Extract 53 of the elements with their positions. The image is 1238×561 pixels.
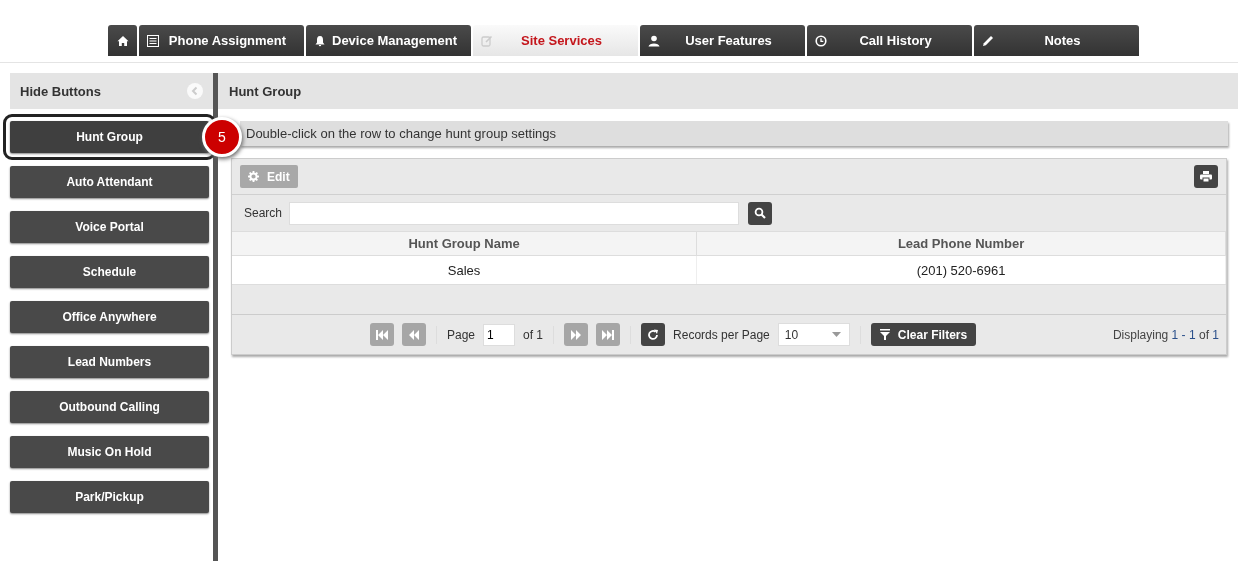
refresh-icon	[647, 328, 660, 341]
home-icon	[116, 34, 129, 47]
table-cell: Sales	[232, 255, 697, 285]
sidebar-button[interactable]: Office Anywhere	[10, 301, 209, 333]
sidebar-button[interactable]: Park/Pickup	[10, 481, 209, 513]
nav-tab[interactable]: Call History	[807, 25, 972, 56]
printer-icon	[1200, 171, 1212, 182]
list-icon	[147, 34, 159, 47]
search-button[interactable]	[748, 201, 773, 225]
sidebar-button[interactable]: Music On Hold	[10, 436, 209, 468]
sidebar-button[interactable]: Schedule	[10, 256, 209, 288]
panel-title: Hunt Group	[218, 73, 1238, 109]
pencil-icon	[982, 34, 994, 47]
column-header[interactable]: Hunt Group Name	[232, 231, 697, 256]
bell-icon	[314, 34, 326, 47]
first-page-icon	[376, 329, 388, 340]
sidebar-button[interactable]: Auto Attendant	[10, 166, 209, 198]
step-badge: 5	[202, 117, 242, 157]
sidebar-button[interactable]: Outbound Calling	[10, 391, 209, 423]
collapse-icon[interactable]	[187, 83, 203, 99]
hide-buttons-label: Hide Buttons	[20, 83, 101, 99]
sidebar-button[interactable]: Lead Numbers	[10, 346, 209, 378]
sidebar-button[interactable]: Voice Portal	[10, 211, 209, 243]
print-button[interactable]	[1194, 165, 1218, 188]
dropdown-arrow-icon	[831, 332, 841, 337]
nav-tab[interactable]: User Features	[640, 25, 805, 56]
records-per-page-select[interactable]: 10	[777, 323, 850, 346]
gear-icon	[248, 171, 259, 182]
page-field[interactable]: 1	[483, 323, 516, 346]
last-page-icon	[602, 329, 615, 340]
table-cell: (201) 520-6961	[696, 255, 1226, 285]
previous-page-icon	[408, 329, 420, 340]
refresh-button[interactable]	[641, 323, 666, 346]
clear-filters-button[interactable]: Clear Filters	[870, 323, 977, 346]
edit-icon	[481, 34, 493, 47]
user-icon	[648, 34, 660, 47]
hint-bar: Double-click on the row to change hunt group settings	[240, 121, 1228, 146]
page-count: of 1	[523, 327, 544, 342]
page-label: Page	[447, 327, 476, 342]
search-field[interactable]	[289, 201, 740, 225]
search-label: Search	[244, 206, 283, 220]
nav-tab[interactable]: Site Services	[473, 25, 638, 56]
record-count: Displaying 1 - 1 of 1	[1112, 327, 1219, 342]
clock-icon	[815, 34, 827, 47]
home-tab[interactable]	[108, 25, 137, 56]
nav-tab[interactable]: Notes	[974, 25, 1139, 56]
records-per-page-label: Records per Page	[673, 327, 770, 342]
nav-tab[interactable]: Device Management	[306, 25, 471, 56]
search-icon	[754, 207, 767, 219]
next-page-icon	[570, 329, 583, 340]
filter-icon	[879, 329, 890, 340]
nav-tab[interactable]: Phone Assignment	[139, 25, 304, 56]
column-header[interactable]: Lead Phone Number	[696, 231, 1226, 256]
